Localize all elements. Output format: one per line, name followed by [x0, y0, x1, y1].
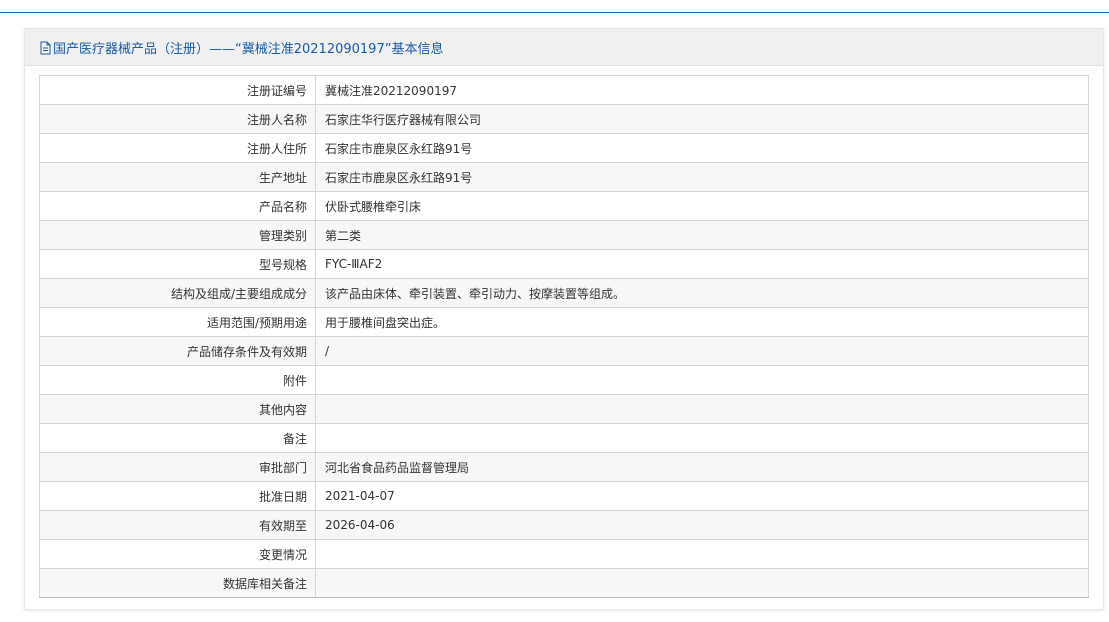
panel-header: 国产医疗器械产品（注册）——“冀械注准20212090197”基本信息 — [25, 29, 1103, 66]
row-value: 2021-04-07 — [315, 481, 1089, 511]
row-value: 石家庄市鹿泉区永红路91号 — [315, 162, 1089, 192]
row-value: 该产品由床体、牵引装置、牵引动力、按摩装置等组成。 — [315, 278, 1089, 308]
row-value — [315, 365, 1089, 395]
table-row: 批准日期 2021-04-07 — [39, 481, 1089, 511]
table-row: 注册人住所 石家庄市鹿泉区永红路91号 — [39, 133, 1089, 163]
table-row: 审批部门 河北省食品药品监督管理局 — [39, 452, 1089, 482]
row-value: FYC-ⅢAF2 — [315, 249, 1089, 279]
table-row: 注册证编号 冀械注准20212090197 — [39, 75, 1089, 105]
row-label: 有效期至 — [39, 510, 316, 540]
table-row: 有效期至 2026-04-06 — [39, 510, 1089, 540]
row-label: 结构及组成/主要组成成分 — [39, 278, 316, 308]
info-table: 注册证编号 冀械注准20212090197 注册人名称 石家庄华行医疗器械有限公… — [39, 75, 1089, 598]
product-info-panel: 国产医疗器械产品（注册）——“冀械注准20212090197”基本信息 注册证编… — [24, 28, 1104, 610]
row-label: 管理类别 — [39, 220, 316, 250]
row-value — [315, 539, 1089, 569]
row-label: 审批部门 — [39, 452, 316, 482]
row-label: 注册证编号 — [39, 75, 316, 105]
row-label: 附件 — [39, 365, 316, 395]
document-icon — [39, 40, 52, 55]
table-row: 数据库相关备注 — [39, 568, 1089, 598]
row-label: 注册人住所 — [39, 133, 316, 163]
table-row: 产品储存条件及有效期 / — [39, 336, 1089, 366]
row-label: 注册人名称 — [39, 104, 316, 134]
table-row: 变更情况 — [39, 539, 1089, 569]
row-label: 备注 — [39, 423, 316, 453]
table-row: 附件 — [39, 365, 1089, 395]
top-divider — [0, 0, 1109, 13]
row-value — [315, 568, 1089, 598]
table-row: 其他内容 — [39, 394, 1089, 424]
table-row: 结构及组成/主要组成成分 该产品由床体、牵引装置、牵引动力、按摩装置等组成。 — [39, 278, 1089, 308]
row-label: 变更情况 — [39, 539, 316, 569]
table-row: 生产地址 石家庄市鹿泉区永红路91号 — [39, 162, 1089, 192]
row-value: 用于腰椎间盘突出症。 — [315, 307, 1089, 337]
row-value: 2026-04-06 — [315, 510, 1089, 540]
row-label: 产品储存条件及有效期 — [39, 336, 316, 366]
table-row: 管理类别 第二类 — [39, 220, 1089, 250]
table-bottom-border — [39, 597, 1089, 598]
table-row: 适用范围/预期用途 用于腰椎间盘突出症。 — [39, 307, 1089, 337]
row-value: 第二类 — [315, 220, 1089, 250]
row-value: / — [315, 336, 1089, 366]
page-title: 国产医疗器械产品（注册）——“冀械注准20212090197”基本信息 — [53, 41, 444, 57]
row-label: 批准日期 — [39, 481, 316, 511]
row-label: 其他内容 — [39, 394, 316, 424]
row-label: 适用范围/预期用途 — [39, 307, 316, 337]
row-value — [315, 423, 1089, 453]
row-value — [315, 394, 1089, 424]
row-label: 型号规格 — [39, 249, 316, 279]
row-value: 伏卧式腰椎牵引床 — [315, 191, 1089, 221]
table-row: 备注 — [39, 423, 1089, 453]
row-label: 产品名称 — [39, 191, 316, 221]
row-value: 石家庄华行医疗器械有限公司 — [315, 104, 1089, 134]
row-label: 生产地址 — [39, 162, 316, 192]
table-row: 型号规格 FYC-ⅢAF2 — [39, 249, 1089, 279]
row-value: 冀械注准20212090197 — [315, 75, 1089, 105]
table-row: 产品名称 伏卧式腰椎牵引床 — [39, 191, 1089, 221]
row-value: 石家庄市鹿泉区永红路91号 — [315, 133, 1089, 163]
row-label: 数据库相关备注 — [39, 568, 316, 598]
row-value: 河北省食品药品监督管理局 — [315, 452, 1089, 482]
table-row: 注册人名称 石家庄华行医疗器械有限公司 — [39, 104, 1089, 134]
